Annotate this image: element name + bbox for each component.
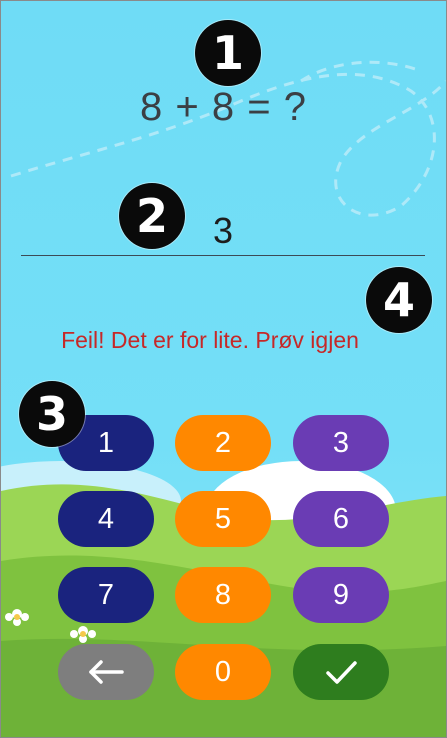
key-7-button[interactable]: 7	[58, 567, 154, 623]
confirm-button[interactable]	[293, 644, 389, 700]
arrow-left-icon	[89, 660, 124, 684]
annotation-marker-3: 3	[19, 381, 85, 447]
key-8-button[interactable]: 8	[175, 567, 271, 623]
annotation-marker-2: 2	[119, 183, 185, 249]
app-screen: 8 + 8 = ? 3 Feil! Det er for lite. Prøv …	[0, 0, 447, 738]
key-0-button[interactable]: 0	[175, 644, 271, 700]
key-6-button[interactable]: 6	[293, 491, 389, 547]
key-9-button[interactable]: 9	[293, 567, 389, 623]
annotation-marker-1: 1	[195, 20, 261, 86]
backspace-button[interactable]	[58, 644, 154, 700]
key-2-button[interactable]: 2	[175, 415, 271, 471]
key-4-button[interactable]: 4	[58, 491, 154, 547]
key-3-button[interactable]: 3	[293, 415, 389, 471]
checkmark-icon	[326, 661, 357, 684]
number-keypad: 1 2 3 4 5 6 7 8 9 0	[1, 1, 446, 737]
annotation-marker-4: 4	[366, 267, 432, 333]
key-5-button[interactable]: 5	[175, 491, 271, 547]
